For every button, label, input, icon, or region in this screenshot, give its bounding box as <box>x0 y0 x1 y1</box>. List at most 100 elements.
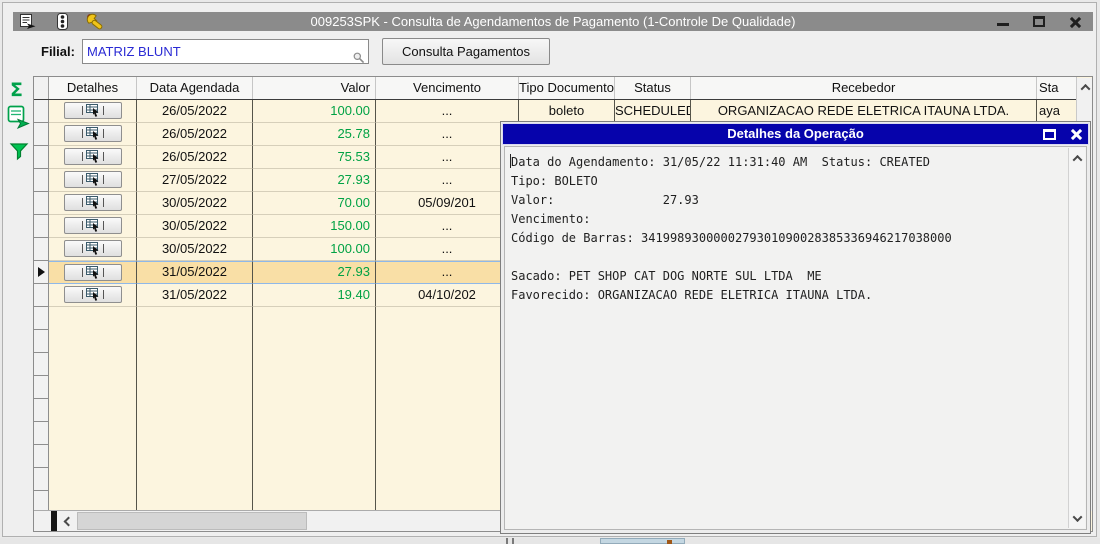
minimize-button[interactable] <box>995 14 1011 30</box>
valor-amount: 19.40 <box>337 287 370 302</box>
cell-valor: 27.93 <box>253 169 376 192</box>
dialog-title: Detalhes da Operação <box>727 126 864 141</box>
cell-data-agendada: 26/05/2022 <box>137 146 253 169</box>
cell-tipo-documento: boleto <box>519 100 615 123</box>
detalhes-button[interactable] <box>63 194 122 211</box>
row-indicator <box>34 284 49 307</box>
cell-valor: 75.53 <box>253 146 376 169</box>
cell-valor: 100.00 <box>253 238 376 261</box>
valor-amount: 75.53 <box>337 149 370 164</box>
filial-label: Filial: <box>41 44 75 59</box>
maximize-icon <box>1033 16 1045 27</box>
cell-detalhes <box>49 215 137 238</box>
row-indicator <box>34 307 49 330</box>
grid-details-icon <box>85 104 98 117</box>
cell-vencimento: ... <box>376 169 519 192</box>
cell-data-agendada: 30/05/2022 <box>137 215 253 238</box>
valor-amount: 70.00 <box>337 195 370 210</box>
column-header-sta[interactable]: Sta <box>1037 77 1077 99</box>
grid-details-icon <box>85 219 98 232</box>
scrollbar-grip[interactable] <box>51 511 57 531</box>
dialog-maximize-button[interactable] <box>1043 128 1056 140</box>
cell-data-agendada: 31/05/2022 <box>137 284 253 307</box>
memo-line: Valor: 27.93 <box>511 193 699 207</box>
row-indicator <box>34 146 49 169</box>
chevron-down-icon <box>1072 511 1082 522</box>
grid-details-icon <box>85 150 98 163</box>
row-indicator <box>34 353 49 376</box>
maximize-button[interactable] <box>1031 14 1047 30</box>
export-grid-icon[interactable] <box>7 105 30 135</box>
main-titlebar: 009253SPK - Consulta de Agendamentos de … <box>13 12 1093 31</box>
row-indicator <box>34 376 49 399</box>
operation-details-memo[interactable]: Data do Agendamento: 31/05/22 11:31:40 A… <box>504 146 1087 530</box>
column-header-data-agendada[interactable]: Data Agendada <box>137 77 253 99</box>
close-button[interactable] <box>1067 14 1083 30</box>
lookup-magnifier-icon[interactable] <box>353 51 365 69</box>
valor-amount: 100.00 <box>330 103 370 118</box>
detalhes-button[interactable] <box>63 148 122 165</box>
table-row[interactable]: 26/05/2022 100.00... boleto SCHEDULED ORGANI… <box>34 100 1077 123</box>
cell-vencimento: 05/09/201 <box>376 192 519 215</box>
detalhes-button[interactable] <box>63 102 122 119</box>
current-row-arrow-icon <box>37 267 45 277</box>
cell-data-agendada: 27/05/2022 <box>137 169 253 192</box>
detalhes-button[interactable] <box>63 217 122 234</box>
memo-vertical-scrollbar[interactable] <box>1068 148 1085 528</box>
column-header-status[interactable]: Status <box>615 77 691 99</box>
memo-scroll-up-button[interactable] <box>1069 150 1085 166</box>
column-header-valor[interactable]: Valor <box>253 77 376 99</box>
scroll-left-button[interactable] <box>60 512 77 530</box>
grid-header-row: Detalhes Data Agendada Valor Vencimento Tipo… <box>34 77 1077 100</box>
grid-details-icon <box>85 173 98 186</box>
memo-line: Vencimento: <box>511 212 591 226</box>
filter-funnel-icon[interactable] <box>9 142 29 166</box>
memo-line: Tipo: BOLETO <box>511 174 598 188</box>
memo-line: Código de Barras: 3419989300000279301090… <box>511 231 952 245</box>
detalhes-button[interactable] <box>63 286 122 303</box>
row-indicator <box>34 330 49 353</box>
cell-detalhes <box>49 261 137 284</box>
column-header-tipo-documento[interactable]: Tipo Documento <box>519 77 615 99</box>
memo-line: Favorecido: ORGANIZACAO REDE ELETRICA IT… <box>511 288 873 302</box>
detalhes-button[interactable] <box>63 240 122 257</box>
close-icon <box>1069 16 1081 28</box>
detalhes-button[interactable] <box>63 125 122 142</box>
filial-input[interactable] <box>82 39 369 64</box>
background-fragment <box>667 540 672 544</box>
chevron-up-icon <box>1080 83 1090 94</box>
background-fragment <box>512 538 514 544</box>
column-header-recebedor[interactable]: Recebedor <box>691 77 1037 99</box>
cell-valor: 19.40 <box>253 284 376 307</box>
column-header-detalhes[interactable]: Detalhes <box>49 77 137 99</box>
background-fragment <box>506 538 508 544</box>
cell-valor: 25.78 <box>253 123 376 146</box>
cell-vencimento: ... <box>376 100 519 123</box>
row-indicator <box>34 399 49 422</box>
grid-details-icon <box>85 288 98 301</box>
cell-vencimento: ... <box>376 238 519 261</box>
row-indicator <box>34 445 49 468</box>
minimize-icon <box>997 23 1009 26</box>
memo-scroll-down-button[interactable] <box>1069 510 1085 526</box>
column-header-vencimento[interactable]: Vencimento <box>376 77 519 99</box>
row-indicator <box>34 215 49 238</box>
cell-data-agendada: 30/05/2022 <box>137 238 253 261</box>
dialog-close-button[interactable] <box>1070 128 1082 140</box>
grid-details-icon <box>85 196 98 209</box>
memo-text: Data do Agendamento: 31/05/22 11:31:40 A… <box>511 153 1064 527</box>
cell-vencimento: ... <box>376 261 519 284</box>
scroll-up-button[interactable] <box>1078 79 1092 95</box>
memo-line: Data do Agendamento: 31/05/22 11:31:40 A… <box>511 155 931 169</box>
valor-amount: 25.78 <box>337 126 370 141</box>
detalhes-button[interactable] <box>63 171 122 188</box>
indicator-header-cell <box>34 77 49 99</box>
detalhes-button[interactable] <box>63 264 122 281</box>
application-screen: 009253SPK - Consulta de Agendamentos de … <box>0 0 1100 544</box>
consulta-pagamentos-button[interactable]: Consulta Pagamentos <box>382 38 550 65</box>
cell-vencimento: ... <box>376 123 519 146</box>
valor-amount: 27.93 <box>337 172 370 187</box>
sum-sigma-icon[interactable]: Σ <box>10 79 23 101</box>
scrollbar-thumb[interactable] <box>77 512 307 530</box>
row-indicator <box>34 169 49 192</box>
